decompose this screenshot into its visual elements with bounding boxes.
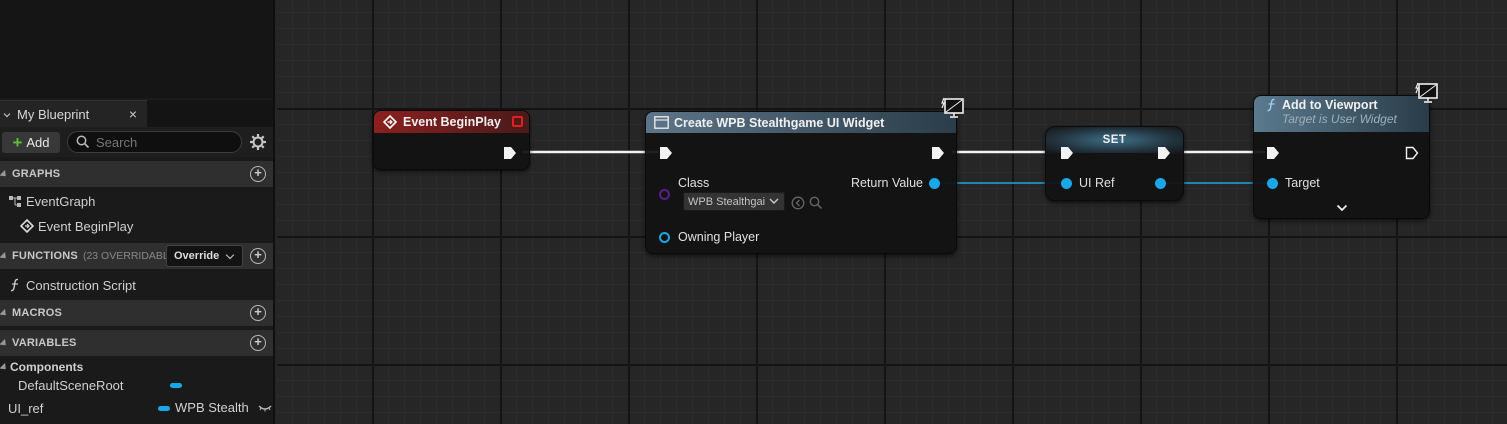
chevron-down-icon bbox=[769, 198, 779, 204]
function-icon bbox=[1267, 98, 1275, 112]
variable-default-scene-root[interactable]: DefaultSceneRoot bbox=[18, 374, 258, 396]
target-pin[interactable] bbox=[1267, 178, 1278, 189]
add-variable-icon[interactable]: + bbox=[250, 335, 266, 351]
expand-chevron-icon[interactable] bbox=[1336, 204, 1348, 212]
owning-player-pin[interactable] bbox=[659, 232, 670, 243]
browse-search-icon[interactable] bbox=[809, 196, 823, 210]
variable-ui-ref[interactable]: UI_ref WPB Stealth bbox=[8, 397, 273, 419]
node-title: Add to Viewport bbox=[1282, 98, 1378, 112]
add-function-icon[interactable]: + bbox=[250, 248, 266, 264]
tree-item-label: EventGraph bbox=[26, 193, 96, 209]
exec-out-pin[interactable] bbox=[1157, 146, 1171, 160]
class-dropdown[interactable]: WPB Stealthgai bbox=[683, 192, 785, 211]
gear-icon[interactable] bbox=[249, 133, 267, 151]
plus-icon: + bbox=[12, 133, 23, 152]
tab-strip bbox=[147, 100, 273, 127]
section-sublabel: (23 OVERRIDABLE) bbox=[82, 250, 180, 262]
use-selected-icon[interactable] bbox=[791, 196, 805, 210]
category-label: Components bbox=[10, 360, 84, 374]
collapse-caret-icon[interactable] bbox=[0, 251, 9, 261]
collapse-caret-icon[interactable] bbox=[0, 308, 9, 318]
pin-label-owning-player: Owning Player bbox=[678, 230, 760, 244]
node-title: Event BeginPlay bbox=[403, 115, 501, 129]
pin-label-class: Class bbox=[678, 176, 710, 190]
tab-my-blueprint[interactable]: My Blueprint × bbox=[0, 100, 147, 127]
node-header: Add to Viewport Target is User Widget bbox=[1254, 96, 1429, 132]
event-icon bbox=[383, 115, 397, 129]
add-macro-icon[interactable]: + bbox=[250, 305, 266, 321]
exec-in-pin[interactable] bbox=[1060, 146, 1074, 160]
section-graphs[interactable]: GRAPHS + bbox=[0, 161, 273, 187]
chevron-down-icon bbox=[226, 250, 235, 259]
exec-out-pin[interactable] bbox=[503, 146, 517, 160]
node-header: Create WPB Stealthgame UI Widget bbox=[646, 112, 956, 133]
collapse-caret-icon[interactable] bbox=[0, 362, 9, 372]
event-icon bbox=[20, 219, 34, 233]
section-label: MACROS bbox=[12, 307, 63, 319]
search-box[interactable] bbox=[67, 131, 242, 153]
monitor-icon bbox=[1415, 82, 1438, 103]
tree-item-label: Construction Script bbox=[26, 277, 136, 293]
tree-item-label: Event BeginPlay bbox=[38, 218, 134, 234]
add-button-label: Add bbox=[26, 135, 50, 150]
delegate-pin-icon[interactable] bbox=[512, 116, 523, 127]
add-button[interactable]: + Add bbox=[2, 132, 60, 153]
function-icon bbox=[10, 278, 19, 292]
section-variables[interactable]: VARIABLES + bbox=[0, 330, 273, 356]
collapse-caret-icon[interactable] bbox=[0, 169, 9, 179]
pin-label-target: Target bbox=[1285, 176, 1320, 190]
section-functions[interactable]: FUNCTIONS (23 OVERRIDABLE) Override + bbox=[0, 243, 273, 269]
add-graph-icon[interactable]: + bbox=[250, 166, 266, 182]
panel-toolbar: + Add bbox=[0, 127, 273, 157]
event-graph-canvas[interactable]: Event BeginPlay Create WPB Stealthgame U… bbox=[277, 0, 1507, 424]
node-header: Event BeginPlay bbox=[374, 111, 529, 133]
blueprint-tab-icon bbox=[3, 110, 11, 118]
return-value-pin[interactable] bbox=[929, 178, 940, 189]
section-label: FUNCTIONS bbox=[12, 250, 78, 262]
section-label: VARIABLES bbox=[12, 337, 77, 349]
section-label: GRAPHS bbox=[12, 168, 61, 180]
variable-type-label: WPB Stealth bbox=[175, 400, 249, 415]
node-title: SET bbox=[1102, 134, 1127, 146]
variable-type-pill bbox=[170, 383, 182, 388]
ui-ref-out-pin[interactable] bbox=[1155, 178, 1166, 189]
tree-item-eventgraph[interactable]: EventGraph bbox=[8, 190, 95, 212]
variable-name: UI_ref bbox=[8, 400, 44, 416]
node-create-widget[interactable]: Create WPB Stealthgame UI Widget Class W… bbox=[645, 111, 957, 254]
exec-in-pin[interactable] bbox=[1266, 146, 1280, 160]
monitor-icon bbox=[941, 97, 964, 118]
collapse-caret-icon[interactable] bbox=[0, 338, 9, 348]
class-dropdown-value: WPB Stealthgai bbox=[688, 195, 766, 208]
tree-item-event-beginplay[interactable]: Event BeginPlay bbox=[20, 215, 133, 237]
pin-label-return-value: Return Value bbox=[850, 176, 923, 190]
variable-name: DefaultSceneRoot bbox=[18, 377, 124, 393]
exec-out-pin[interactable] bbox=[1405, 146, 1419, 160]
exec-in-pin[interactable] bbox=[659, 146, 673, 160]
tree-item-construction-script[interactable]: Construction Script bbox=[8, 274, 136, 296]
variable-type-pill bbox=[158, 406, 170, 411]
eye-icon[interactable] bbox=[258, 403, 272, 413]
search-icon bbox=[76, 135, 90, 149]
node-add-to-viewport[interactable]: Add to Viewport Target is User Widget Ta… bbox=[1253, 95, 1430, 219]
graph-icon bbox=[9, 196, 21, 207]
class-pin[interactable] bbox=[659, 189, 670, 200]
override-dropdown[interactable]: Override bbox=[166, 245, 243, 267]
close-icon[interactable]: × bbox=[129, 106, 137, 122]
pin-label-ui-ref: UI Ref bbox=[1079, 176, 1115, 190]
widget-icon bbox=[654, 116, 669, 129]
my-blueprint-panel: My Blueprint × + Add GRAPHS bbox=[0, 0, 275, 424]
ui-ref-in-pin[interactable] bbox=[1061, 178, 1072, 189]
node-title: Create WPB Stealthgame UI Widget bbox=[674, 115, 885, 130]
node-subtitle: Target is User Widget bbox=[1282, 112, 1397, 126]
panel-empty-area bbox=[0, 0, 273, 98]
override-label: Override bbox=[174, 250, 220, 262]
node-set[interactable]: SET UI Ref bbox=[1045, 126, 1184, 201]
node-event-beginplay[interactable]: Event BeginPlay bbox=[373, 110, 530, 170]
search-input[interactable] bbox=[94, 133, 234, 151]
section-macros[interactable]: MACROS + bbox=[0, 300, 273, 326]
tab-label: My Blueprint bbox=[17, 106, 90, 122]
exec-out-pin[interactable] bbox=[931, 146, 945, 160]
